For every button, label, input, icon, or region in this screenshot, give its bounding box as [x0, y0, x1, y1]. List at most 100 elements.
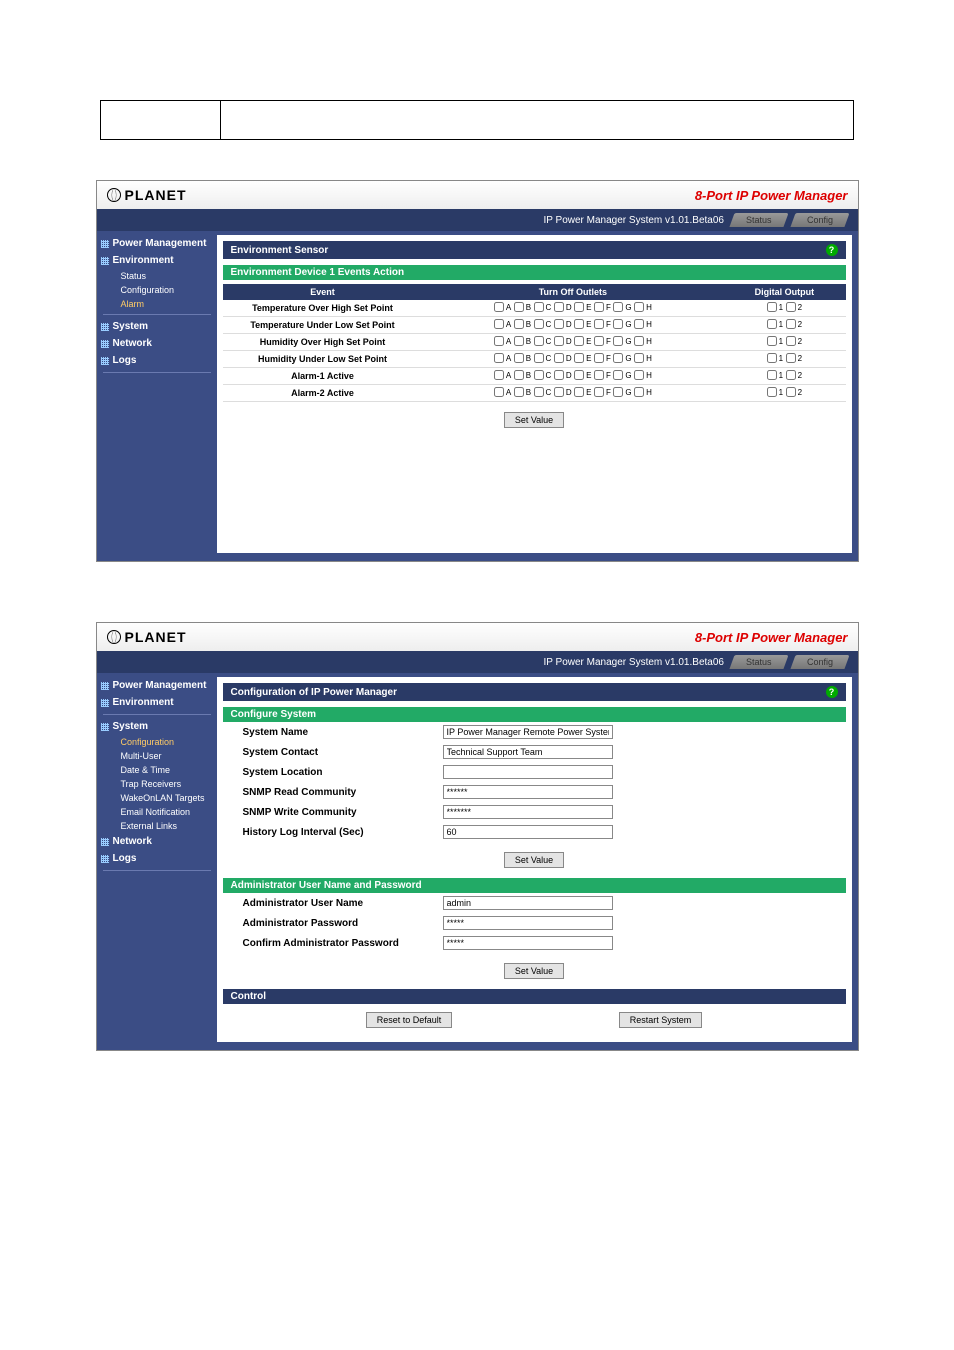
- nav-sys-trap[interactable]: Trap Receivers: [97, 777, 217, 791]
- nav-sys-email[interactable]: Email Notification: [97, 805, 217, 819]
- outlet-checkbox[interactable]: B: [514, 302, 531, 312]
- set-value-button2[interactable]: Set Value: [504, 852, 564, 868]
- nav-network[interactable]: Network: [97, 335, 217, 352]
- nav-system2[interactable]: System: [97, 718, 217, 735]
- tab-b2[interactable]: Config: [791, 655, 850, 669]
- admin-input-1[interactable]: [443, 916, 613, 930]
- nav-power[interactable]: Power Management: [97, 235, 217, 252]
- outlet-checkbox[interactable]: G: [613, 387, 631, 397]
- digital-checkbox[interactable]: 2: [786, 319, 802, 329]
- outlet-checkbox[interactable]: G: [613, 353, 631, 363]
- outlet-checkbox[interactable]: F: [594, 302, 611, 312]
- outlet-checkbox[interactable]: E: [574, 370, 591, 380]
- digital-checkbox[interactable]: 1: [767, 302, 783, 312]
- digital-checkbox[interactable]: 1: [767, 353, 783, 363]
- nav-sys-date[interactable]: Date & Time: [97, 763, 217, 777]
- outlet-checkbox[interactable]: A: [494, 302, 511, 312]
- outlet-checkbox[interactable]: B: [514, 353, 531, 363]
- outlet-checkbox[interactable]: C: [534, 302, 552, 312]
- outlet-checkbox[interactable]: A: [494, 319, 511, 329]
- admin-input-0[interactable]: [443, 896, 613, 910]
- outlet-checkbox[interactable]: E: [574, 302, 591, 312]
- conf-input-3[interactable]: [443, 785, 613, 799]
- digital-checkbox[interactable]: 1: [767, 336, 783, 346]
- outlet-checkbox[interactable]: G: [613, 302, 631, 312]
- outlet-checkbox[interactable]: H: [634, 370, 652, 380]
- outlet-checkbox[interactable]: H: [634, 387, 652, 397]
- outlet-checkbox[interactable]: D: [554, 353, 572, 363]
- digital-checkbox[interactable]: 2: [786, 302, 802, 312]
- outlet-checkbox[interactable]: F: [594, 353, 611, 363]
- conf-input-4[interactable]: [443, 805, 613, 819]
- outlet-checkbox[interactable]: B: [514, 319, 531, 329]
- nav-sys-wol[interactable]: WakeOnLAN Targets: [97, 791, 217, 805]
- outlet-checkbox[interactable]: F: [594, 387, 611, 397]
- outlet-checkbox[interactable]: H: [634, 319, 652, 329]
- outlet-checkbox[interactable]: C: [534, 353, 552, 363]
- digital-checkbox[interactable]: 2: [786, 387, 802, 397]
- outlet-checkbox[interactable]: A: [494, 353, 511, 363]
- outlet-checkbox[interactable]: B: [514, 387, 531, 397]
- outlet-checkbox[interactable]: E: [574, 353, 591, 363]
- nav-network2[interactable]: Network: [97, 833, 217, 850]
- nav-logs2[interactable]: Logs: [97, 850, 217, 867]
- help-icon[interactable]: ?: [826, 244, 838, 256]
- reset-default-button[interactable]: Reset to Default: [366, 1012, 453, 1028]
- tab-b[interactable]: Config: [791, 213, 850, 227]
- digital-checkbox[interactable]: 1: [767, 319, 783, 329]
- nav-env2[interactable]: Environment: [97, 694, 217, 711]
- outlet-checkbox[interactable]: G: [613, 336, 631, 346]
- digital-checkbox[interactable]: 1: [767, 387, 783, 397]
- conf-input-1[interactable]: [443, 745, 613, 759]
- tab-a[interactable]: Status: [729, 213, 788, 227]
- outlet-checkbox[interactable]: E: [574, 336, 591, 346]
- outlet-checkbox[interactable]: G: [613, 370, 631, 380]
- outlet-checkbox[interactable]: C: [534, 336, 552, 346]
- tab-a2[interactable]: Status: [729, 655, 788, 669]
- set-value-button3[interactable]: Set Value: [504, 963, 564, 979]
- nav-sys-multi[interactable]: Multi-User: [97, 749, 217, 763]
- restart-system-button[interactable]: Restart System: [619, 1012, 703, 1028]
- outlet-checkbox[interactable]: H: [634, 302, 652, 312]
- help-icon2[interactable]: ?: [826, 686, 838, 698]
- admin-input-2[interactable]: [443, 936, 613, 950]
- outlet-checkbox[interactable]: H: [634, 336, 652, 346]
- outlet-checkbox[interactable]: G: [613, 319, 631, 329]
- outlet-checkbox[interactable]: E: [574, 319, 591, 329]
- conf-input-5[interactable]: [443, 825, 613, 839]
- outlet-checkbox[interactable]: E: [574, 387, 591, 397]
- outlet-checkbox[interactable]: A: [494, 387, 511, 397]
- outlet-checkbox[interactable]: A: [494, 370, 511, 380]
- digital-checkbox[interactable]: 2: [786, 370, 802, 380]
- digital-checkbox[interactable]: 2: [786, 353, 802, 363]
- outlet-checkbox[interactable]: D: [554, 336, 572, 346]
- nav-system[interactable]: System: [97, 318, 217, 335]
- outlet-checkbox[interactable]: D: [554, 319, 572, 329]
- nav-env-alarm[interactable]: Alarm: [97, 297, 217, 311]
- nav-logs[interactable]: Logs: [97, 352, 217, 369]
- conf-input-2[interactable]: [443, 765, 613, 779]
- outlet-checkbox[interactable]: C: [534, 319, 552, 329]
- outlet-checkbox[interactable]: D: [554, 387, 572, 397]
- nav-sys-ext[interactable]: External Links: [97, 819, 217, 833]
- nav-env-status[interactable]: Status: [97, 269, 217, 283]
- outlet-checkbox[interactable]: D: [554, 302, 572, 312]
- nav-env-config[interactable]: Configuration: [97, 283, 217, 297]
- conf-input-0[interactable]: [443, 725, 613, 739]
- nav-env[interactable]: Environment: [97, 252, 217, 269]
- outlet-checkbox[interactable]: B: [514, 336, 531, 346]
- outlet-checkbox[interactable]: C: [534, 387, 552, 397]
- digital-checkbox[interactable]: 1: [767, 370, 783, 380]
- outlet-checkbox[interactable]: F: [594, 336, 611, 346]
- outlet-checkbox[interactable]: B: [514, 370, 531, 380]
- outlet-checkbox[interactable]: C: [534, 370, 552, 380]
- outlet-checkbox[interactable]: F: [594, 319, 611, 329]
- digital-checkbox[interactable]: 2: [786, 336, 802, 346]
- nav-sys-config[interactable]: Configuration: [97, 735, 217, 749]
- outlet-checkbox[interactable]: D: [554, 370, 572, 380]
- outlet-checkbox[interactable]: H: [634, 353, 652, 363]
- outlet-checkbox[interactable]: F: [594, 370, 611, 380]
- outlet-checkbox[interactable]: A: [494, 336, 511, 346]
- nav-power2[interactable]: Power Management: [97, 677, 217, 694]
- set-value-button[interactable]: Set Value: [504, 412, 564, 428]
